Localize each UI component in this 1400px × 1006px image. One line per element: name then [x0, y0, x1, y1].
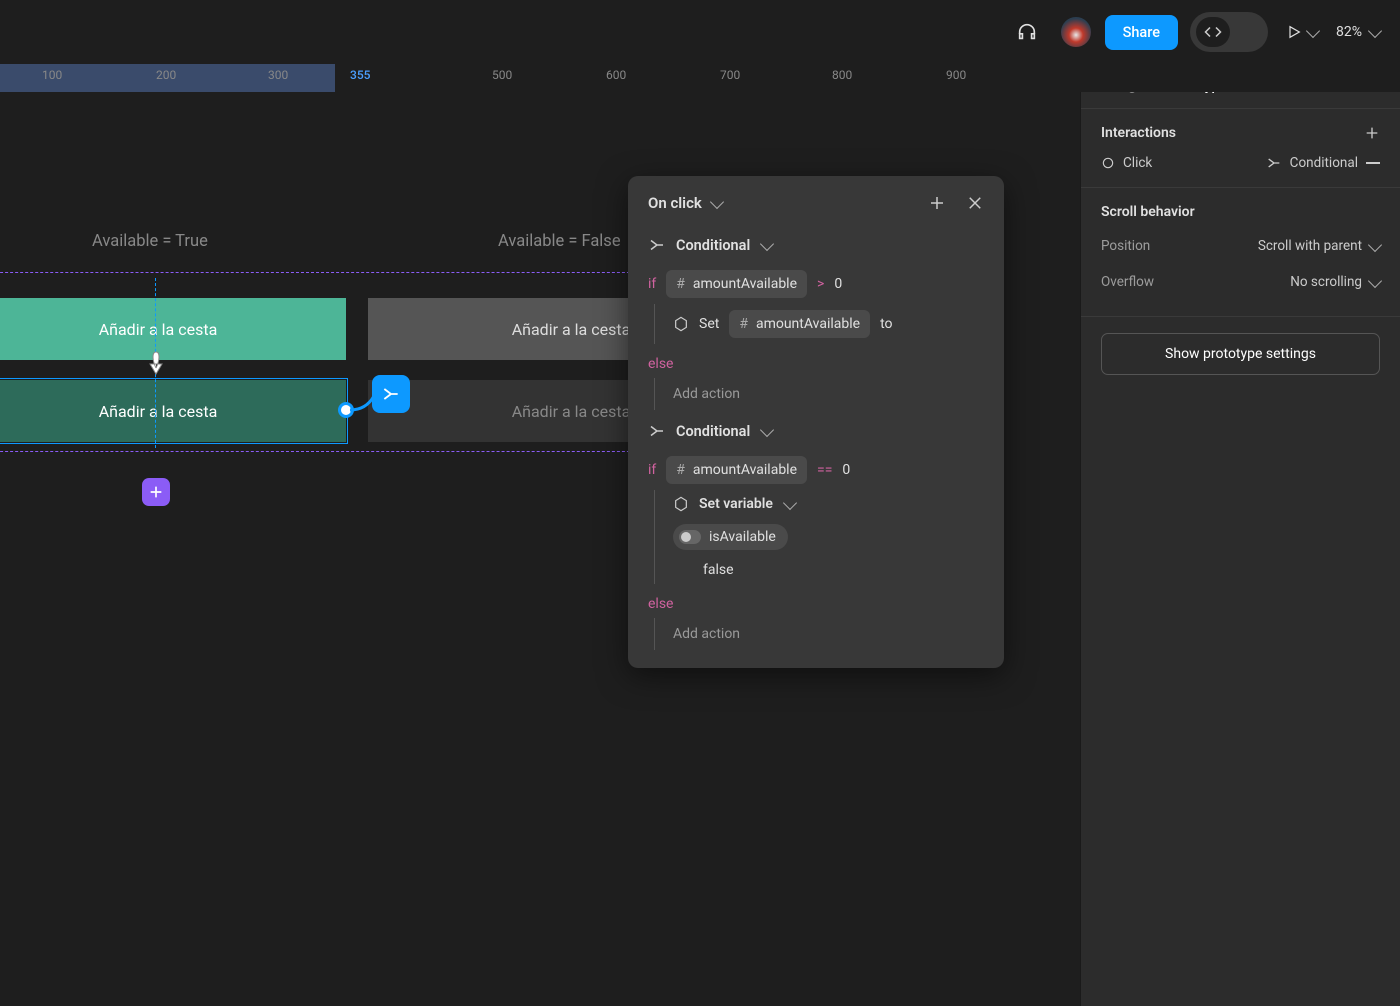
ruler-tick-active: 355 — [350, 68, 370, 82]
code-icon — [1196, 17, 1230, 47]
if-condition-row[interactable]: if #amountAvailable > 0 — [648, 264, 984, 304]
scroll-overflow-row: Overflow No scrolling — [1101, 264, 1380, 300]
audio-icon[interactable] — [1007, 12, 1047, 52]
interaction-row[interactable]: Click Conditional — [1101, 155, 1380, 171]
chevron-down-icon — [783, 495, 797, 509]
to-label: to — [880, 316, 892, 332]
operator-eq: == — [817, 462, 832, 478]
zoom-dropdown[interactable]: 82% — [1336, 24, 1380, 40]
ruler-tick: 800 — [832, 68, 852, 82]
prototype-action-node[interactable] — [372, 375, 410, 413]
if-body: Set variable isAvailable false — [654, 490, 984, 584]
section-title: Scroll behavior — [1101, 204, 1195, 220]
chevron-down-icon — [760, 422, 774, 436]
add-action-button[interactable]: Add action — [673, 618, 984, 650]
operator-gt: > — [817, 276, 824, 292]
conditional-block-2: Conditional if #amountAvailable == 0 Set… — [628, 410, 1004, 650]
set-variable-dropdown[interactable]: Set variable — [673, 490, 984, 518]
value-zero: 0 — [842, 462, 850, 478]
interaction-action-label: Conditional — [1290, 155, 1358, 171]
set-label: Set — [699, 316, 719, 332]
hash-icon: # — [739, 316, 748, 332]
scroll-behavior-section: Scroll behavior Position Scroll with par… — [1081, 187, 1400, 316]
trigger-dropdown[interactable]: On click — [648, 194, 722, 212]
ruler-tick: 500 — [492, 68, 512, 82]
remove-interaction-button[interactable] — [1366, 162, 1380, 164]
scroll-position-row: Position Scroll with parent — [1101, 228, 1380, 264]
hash-icon: # — [676, 276, 685, 292]
value-zero: 0 — [834, 276, 842, 292]
else-body: Add action — [654, 618, 984, 650]
if-keyword: if — [648, 276, 656, 292]
ruler-tick: 300 — [268, 68, 288, 82]
variant-label-false: Available = False — [498, 232, 621, 251]
if-keyword: if — [648, 462, 656, 478]
conditional-icon — [1266, 155, 1282, 171]
chevron-down-icon — [760, 236, 774, 250]
ruler-tick: 200 — [156, 68, 176, 82]
add-variant-button[interactable] — [142, 478, 170, 506]
variable-hexagon-icon — [673, 496, 689, 512]
transition-arrow-down-icon — [144, 350, 168, 378]
if-body: Set #amountAvailable to — [654, 304, 984, 344]
chevron-down-icon — [710, 194, 724, 208]
top-toolbar: Share 82% — [987, 0, 1400, 64]
conditional-block-1: Conditional if #amountAvailable > 0 Set … — [628, 224, 1004, 410]
else-body: Add action — [654, 378, 984, 410]
add-action-button[interactable]: Add action — [673, 378, 984, 410]
value-row[interactable]: false — [673, 556, 984, 584]
horizontal-ruler: 100 200 300 355 500 600 700 800 900 — [0, 64, 1400, 92]
add-interaction-button[interactable] — [1364, 125, 1380, 141]
popup-header: On click — [628, 176, 1004, 224]
button-variant-true[interactable]: Añadir a la cesta — [0, 298, 346, 360]
present-button[interactable] — [1280, 18, 1324, 46]
prototype-settings-section: Show prototype settings — [1081, 316, 1400, 391]
properties-panel: Design Prototype Interactions Click Cond… — [1080, 64, 1400, 1006]
dev-mode-toggle[interactable] — [1190, 12, 1268, 52]
scroll-position-dropdown[interactable]: Scroll with parent — [1258, 238, 1380, 254]
ruler-tick: 900 — [946, 68, 966, 82]
close-icon[interactable] — [966, 194, 984, 212]
boolean-variable-pill[interactable]: isAvailable — [673, 524, 788, 550]
chevron-down-icon — [1368, 237, 1382, 251]
toggle-icon — [679, 530, 701, 544]
click-icon — [1101, 156, 1115, 170]
else-keyword: else — [648, 356, 673, 372]
share-button[interactable]: Share — [1105, 15, 1178, 50]
add-action-icon[interactable] — [928, 194, 946, 212]
show-prototype-settings-button[interactable]: Show prototype settings — [1101, 333, 1380, 375]
variant-label-true: Available = True — [92, 232, 208, 251]
variable-pill[interactable]: #amountAvailable — [666, 456, 807, 484]
scroll-position-label: Position — [1101, 238, 1150, 254]
section-title: Interactions — [1101, 125, 1176, 141]
conditional-icon — [648, 422, 666, 440]
scroll-overflow-dropdown[interactable]: No scrolling — [1290, 274, 1380, 290]
button-variant-true-hover[interactable]: Añadir a la cesta — [0, 380, 346, 442]
variable-pill[interactable]: #amountAvailable — [666, 270, 807, 298]
conditional-icon — [648, 236, 666, 254]
variable-pill[interactable]: #amountAvailable — [729, 310, 870, 338]
if-condition-row[interactable]: if #amountAvailable == 0 — [648, 450, 984, 490]
interaction-trigger-label: Click — [1123, 155, 1152, 171]
avatar[interactable] — [1059, 15, 1093, 49]
scroll-overflow-label: Overflow — [1101, 274, 1154, 290]
hash-icon: # — [676, 462, 685, 478]
ruler-tick: 100 — [42, 68, 62, 82]
chevron-down-icon — [1368, 273, 1382, 287]
ruler-tick: 600 — [606, 68, 626, 82]
conditional-header[interactable]: Conditional — [648, 230, 984, 264]
else-keyword: else — [648, 596, 673, 612]
ruler-tick: 700 — [720, 68, 740, 82]
interactions-section: Interactions Click Conditional — [1081, 108, 1400, 187]
conditional-header[interactable]: Conditional — [648, 416, 984, 450]
variable-hexagon-icon — [673, 316, 689, 332]
chevron-down-icon — [1368, 23, 1382, 37]
interaction-details-popup: On click Conditional if #amountAvailable… — [628, 176, 1004, 668]
chevron-down-icon — [1306, 23, 1320, 37]
set-action-row[interactable]: Set #amountAvailable to — [673, 304, 984, 344]
